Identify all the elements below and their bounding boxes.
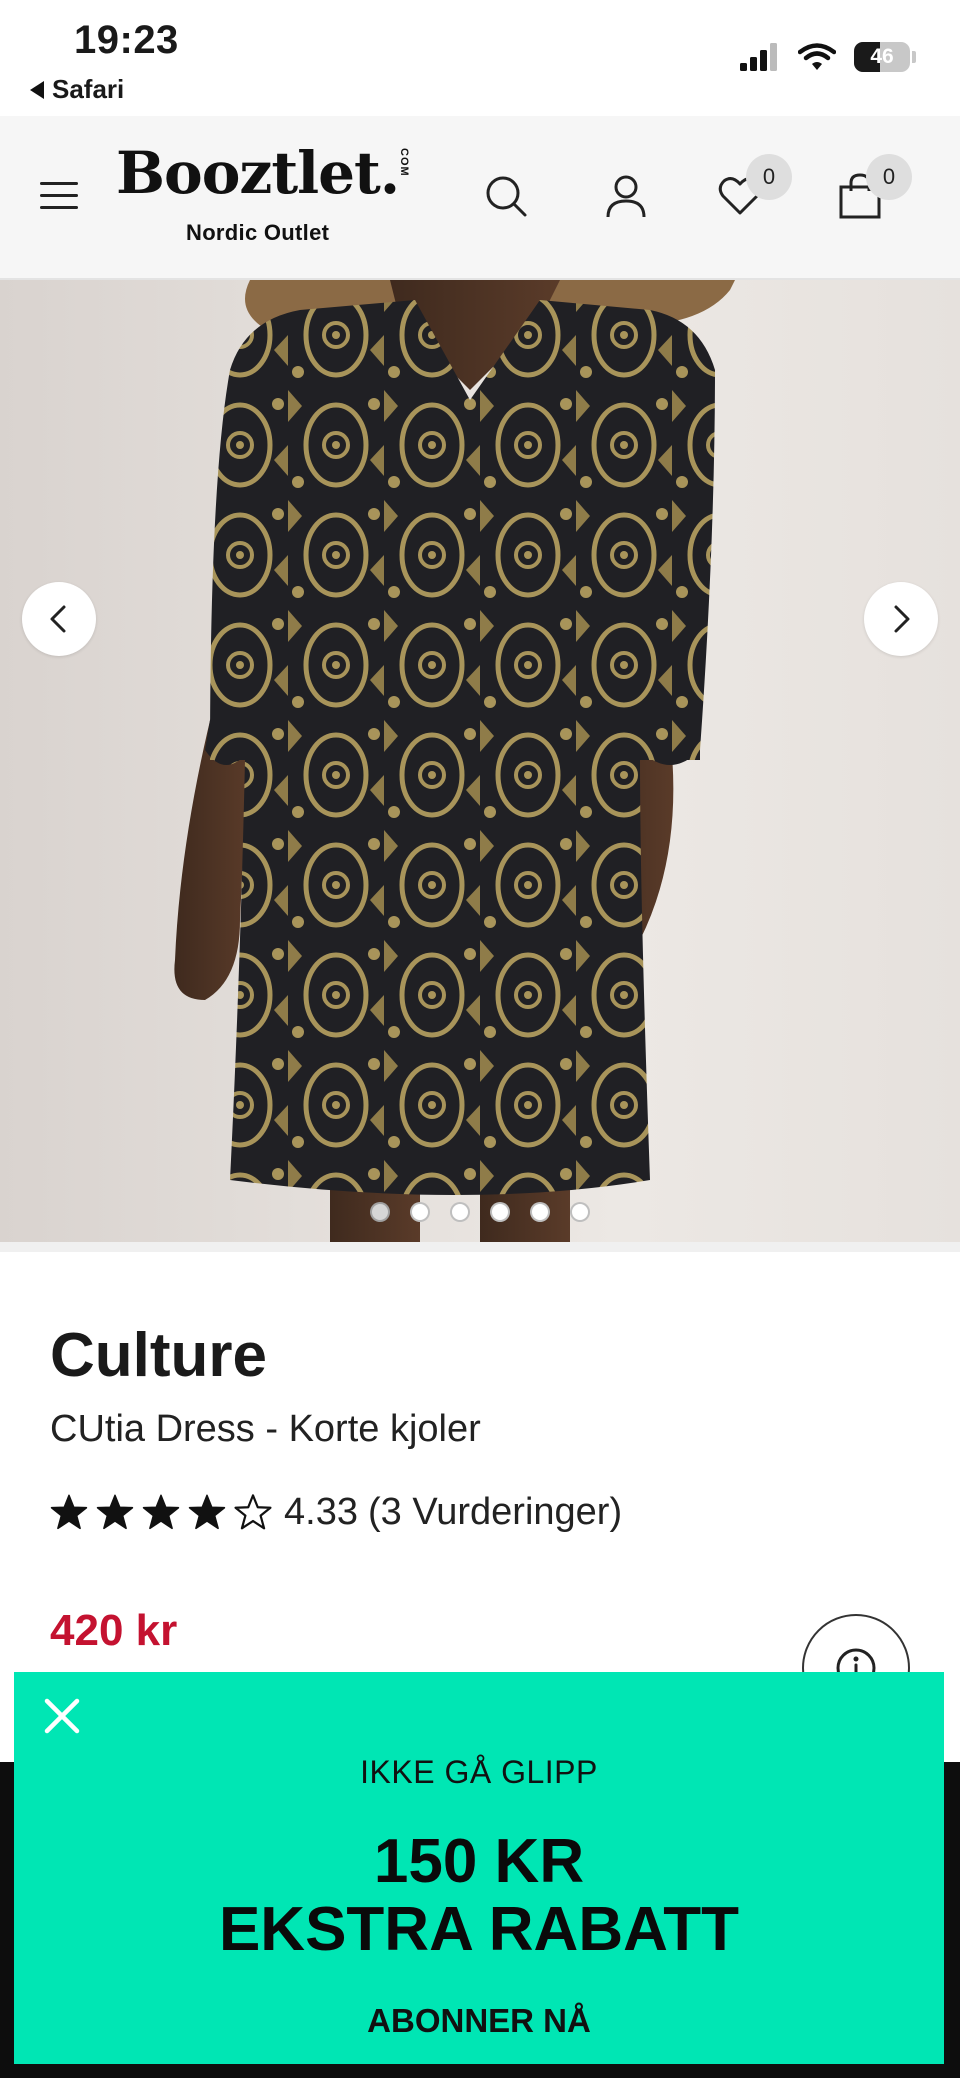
star-filled-icon — [96, 1494, 134, 1530]
next-image-button[interactable] — [864, 582, 938, 656]
back-app-label: Safari — [52, 74, 125, 104]
cart-button[interactable]: 0 — [832, 154, 912, 224]
rating-value: 4.33 — [284, 1490, 358, 1533]
product-image-carousel[interactable] — [0, 280, 960, 1242]
star-empty-icon — [234, 1494, 272, 1530]
battery-indicator: 46 — [854, 42, 910, 72]
image-divider — [0, 1242, 960, 1252]
carousel-dot[interactable] — [570, 1202, 590, 1222]
signal-icon — [740, 43, 777, 71]
back-arrow-icon — [30, 80, 44, 99]
wishlist-button[interactable]: 0 — [712, 154, 792, 224]
rating-stars — [50, 1493, 272, 1531]
product-page: 19:23 Safari 46 Booztlet. COM Nordic Out… — [0, 0, 960, 2078]
logo-com: COM — [398, 148, 410, 177]
carousel-dot[interactable] — [410, 1202, 430, 1222]
star-filled-icon — [50, 1494, 88, 1530]
carousel-dot[interactable] — [450, 1202, 470, 1222]
product-name: CUtia Dress - Korte kjoler — [50, 1408, 481, 1450]
status-bar: 19:23 Safari 46 — [0, 0, 960, 116]
promo-headline: 150 KR EKSTRA RABATT — [14, 1828, 944, 1964]
battery-cap — [912, 51, 916, 63]
carousel-dot[interactable] — [370, 1202, 390, 1222]
battery-level: 46 — [870, 45, 894, 68]
site-header: Booztlet. COM Nordic Outlet 0 0 — [0, 116, 960, 280]
product-photo — [174, 280, 735, 1242]
rating-text: 4.33 (3 Vurderinger) — [284, 1491, 622, 1534]
rating-count: (3 Vurderinger) — [367, 1490, 623, 1533]
logo-wordmark: Booztlet. — [116, 139, 400, 207]
chevron-left-icon — [50, 605, 66, 633]
promo-headline-line1: 150 KR — [373, 1827, 585, 1896]
logo-subtitle: Nordic Outlet — [186, 220, 330, 245]
hamburger-menu-icon[interactable] — [40, 180, 78, 210]
carousel-dot[interactable] — [490, 1202, 510, 1222]
status-time: 19:23 — [74, 18, 179, 62]
promo-kicker: IKKE GÅ GLIPP — [360, 1754, 598, 1790]
previous-image-button[interactable] — [22, 582, 96, 656]
product-price: 420 kr — [50, 1606, 178, 1655]
product-brand[interactable]: Culture — [50, 1320, 267, 1391]
wifi-icon — [798, 43, 836, 70]
subscribe-button[interactable]: ABONNER NÅ — [14, 2002, 944, 2040]
product-rating[interactable]: 4.33 (3 Vurderinger) — [50, 1484, 622, 1540]
site-logo[interactable]: Booztlet. COM Nordic Outlet — [116, 138, 416, 258]
status-indicators: 46 — [740, 42, 916, 72]
close-icon[interactable] — [36, 1690, 88, 1742]
user-icon[interactable] — [598, 168, 654, 224]
cart-count-badge: 0 — [866, 154, 912, 200]
chevron-right-icon — [894, 605, 910, 633]
promo-headline-line2: EKSTRA RABATT — [218, 1895, 740, 1964]
newsletter-promo-popup: IKKE GÅ GLIPP 150 KR EKSTRA RABATT ABONN… — [14, 1672, 944, 2064]
carousel-pagination — [0, 1202, 960, 1222]
star-filled-icon — [188, 1494, 226, 1530]
back-to-safari[interactable]: Safari — [30, 74, 124, 105]
carousel-dot[interactable] — [530, 1202, 550, 1222]
wishlist-count-badge: 0 — [746, 154, 792, 200]
star-filled-icon — [142, 1494, 180, 1530]
search-icon[interactable] — [478, 168, 534, 224]
